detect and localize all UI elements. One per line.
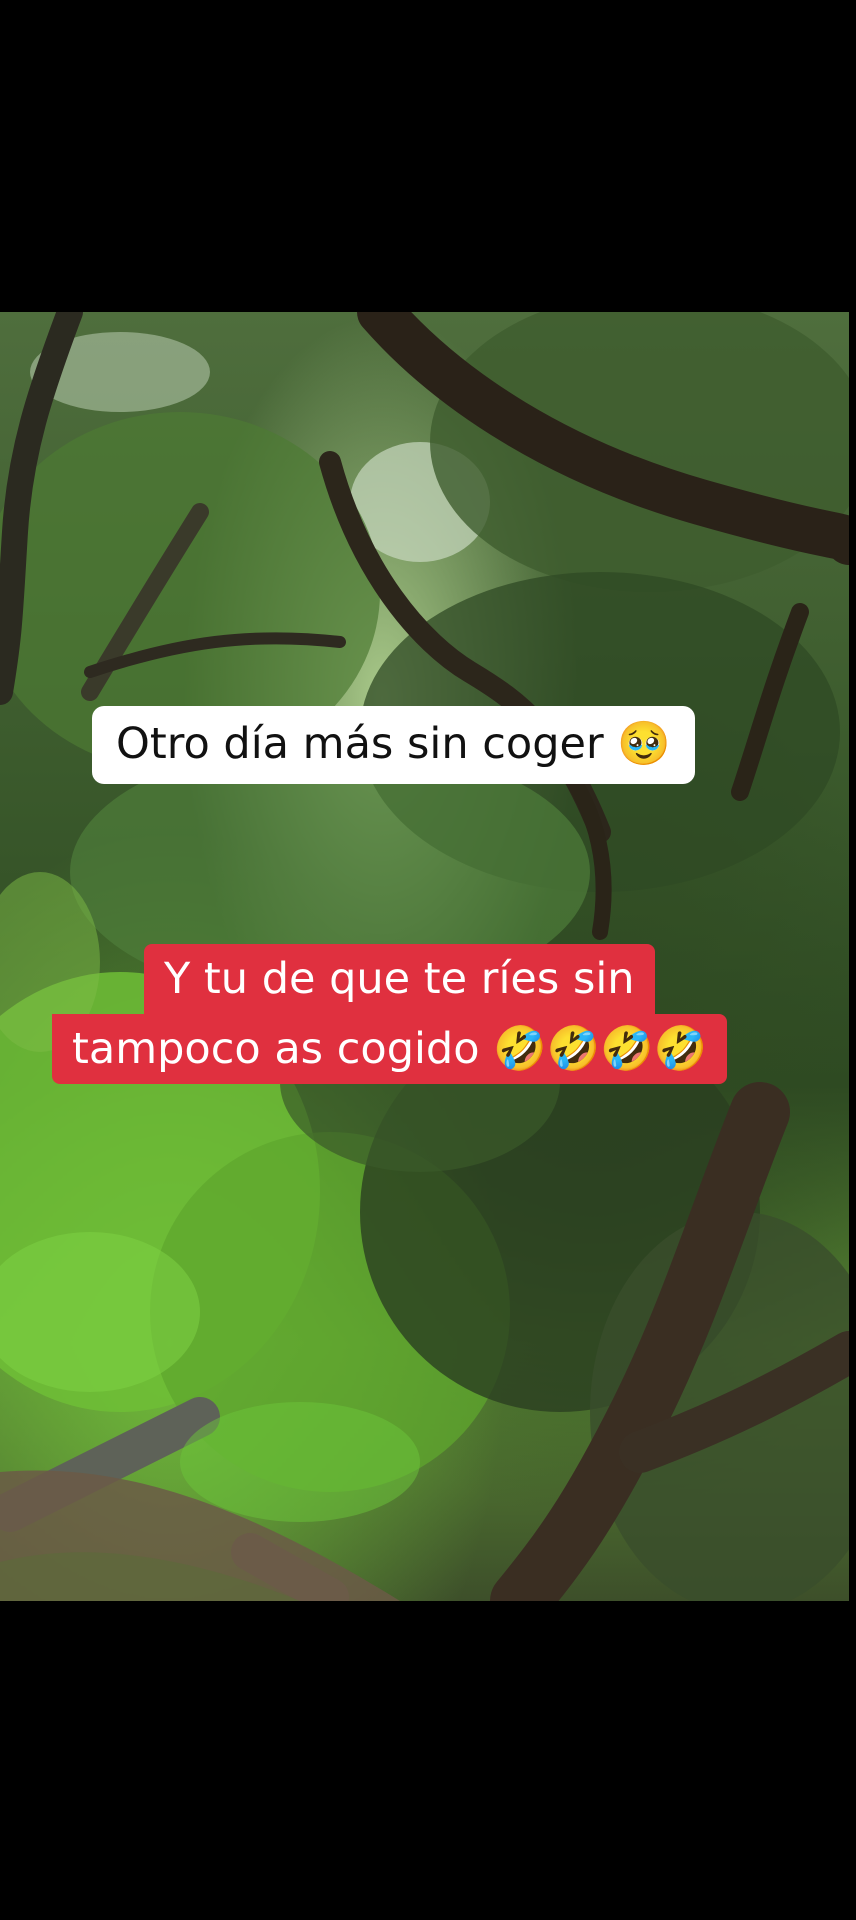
caption-top: Otro día más sin coger 🥹 xyxy=(92,706,695,784)
screen: Otro día más sin coger 🥹 Y tu de que te … xyxy=(0,0,856,1920)
caption-bottom-line-2: tampoco as cogido 🤣🤣🤣🤣 xyxy=(52,1014,728,1084)
caption-bottom: Y tu de que te ríes sin tampoco as cogid… xyxy=(52,944,804,1084)
caption-top-text: Otro día más sin coger 🥹 xyxy=(116,719,671,770)
caption-bottom-line-1: Y tu de que te ríes sin xyxy=(144,944,655,1014)
